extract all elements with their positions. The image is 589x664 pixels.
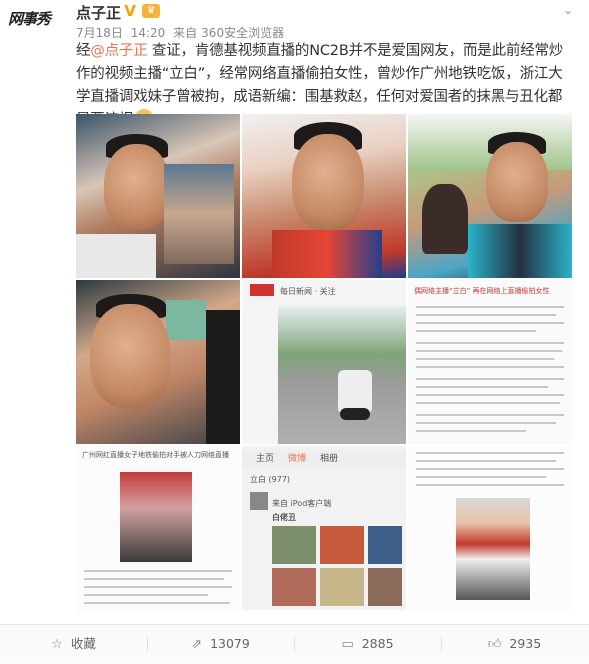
comment-button[interactable]: ▭ 2885 [294, 625, 441, 663]
post-image-4[interactable] [76, 280, 240, 444]
post-source[interactable]: 360安全浏览器 [201, 26, 284, 40]
thumb-1 [272, 526, 316, 564]
tab-weibo: 微博 [288, 454, 307, 464]
post-image-5[interactable]: 每日新闻 · 关注 [242, 280, 406, 444]
favorite-button[interactable]: ☆ 收藏 [0, 625, 147, 663]
thumb-4 [272, 568, 316, 606]
repost-icon: ⇗ [191, 637, 203, 652]
mention-link[interactable]: @点子正 [90, 43, 147, 59]
img5-header: 每日新闻 · 关注 [280, 287, 336, 296]
comment-icon: ▭ [341, 637, 354, 652]
subway-photo [120, 472, 192, 562]
chevron-down-icon[interactable]: ⌄ [563, 3, 577, 17]
verified-v-icon: V [124, 2, 136, 20]
img6-title: 偶网络主播“立白” 再在网络上直播偷拍女性 [414, 287, 550, 295]
favorite-label: 收藏 [70, 636, 96, 651]
post-time[interactable]: 14:20 [131, 26, 166, 40]
source-prefix: 来自 [173, 26, 198, 40]
shirt-shape [76, 234, 156, 278]
post-image-1[interactable] [76, 114, 240, 278]
avatar[interactable]: 网事秀 [8, 4, 66, 34]
woman-shape [422, 184, 468, 254]
woman-shape [206, 310, 240, 444]
repost-button[interactable]: ⇗ 13079 [147, 625, 294, 663]
repost-count: 13079 [210, 636, 250, 651]
thumb-6 [368, 568, 402, 606]
post-image-6[interactable]: 偶网络主播“立白” 再在网络上直播偷拍女性 [408, 280, 572, 444]
face-shape [104, 144, 170, 230]
post-meta: 7月18日 14:20 来自 360安全浏览器 [76, 24, 288, 41]
shirt-shape [468, 224, 572, 278]
post-image-8[interactable]: 主页 微博 相册 立白 (977) 来自 iPod客户端 白佬丑 [242, 446, 406, 610]
post-text-part1: 经 [76, 43, 91, 59]
screen-shape [166, 300, 206, 340]
thumb-5 [320, 568, 364, 606]
action-bar: ☆ 收藏 ⇗ 13079 ▭ 2885 👍︎ 2935 [0, 624, 589, 663]
thumb-3 [368, 526, 402, 564]
img7-title: 广州网红直播女子地铁偷拍对手被人刀网络直播 [82, 451, 229, 459]
post-image-7[interactable]: 广州网红直播女子地铁偷拍对手被人刀网络直播 [76, 446, 240, 610]
comment-count: 2885 [361, 636, 394, 651]
crowd-shape [164, 164, 234, 264]
img8-tabs: 主页 微博 相册 [242, 450, 406, 468]
post-image-3[interactable] [408, 114, 572, 278]
news-logo-shape [250, 284, 274, 296]
star-icon: ☆ [51, 637, 63, 652]
post-image-9[interactable] [408, 446, 572, 610]
img8-name: 白佬丑 [272, 513, 296, 522]
thumbs-up-icon: 👍︎ [487, 637, 502, 652]
thumb-2 [320, 526, 364, 564]
username[interactable]: 点子正 [76, 2, 121, 23]
member-crown-icon[interactable]: ♛ [142, 4, 160, 18]
avatar-thumb [250, 492, 268, 510]
like-count: 2935 [509, 636, 542, 651]
shirt-shape [272, 230, 382, 278]
tab-album: 相册 [320, 454, 339, 464]
face-shape [90, 304, 170, 408]
post-date[interactable]: 7月18日 [76, 26, 123, 40]
img8-title: 立白 (977) [250, 475, 291, 484]
scooter-shape [340, 408, 370, 420]
img8-sub: 来自 iPod客户端 [272, 499, 332, 508]
like-button[interactable]: 👍︎ 2935 [441, 625, 588, 663]
image-grid: 每日新闻 · 关注 偶网络主播“立白” 再在网络上直播偷拍女性 广州网红直播女子… [76, 114, 572, 614]
post-image-2[interactable] [242, 114, 406, 278]
girl-photo [456, 498, 530, 600]
face-shape [486, 142, 548, 222]
face-shape [292, 134, 364, 230]
tab-home: 主页 [256, 454, 275, 464]
